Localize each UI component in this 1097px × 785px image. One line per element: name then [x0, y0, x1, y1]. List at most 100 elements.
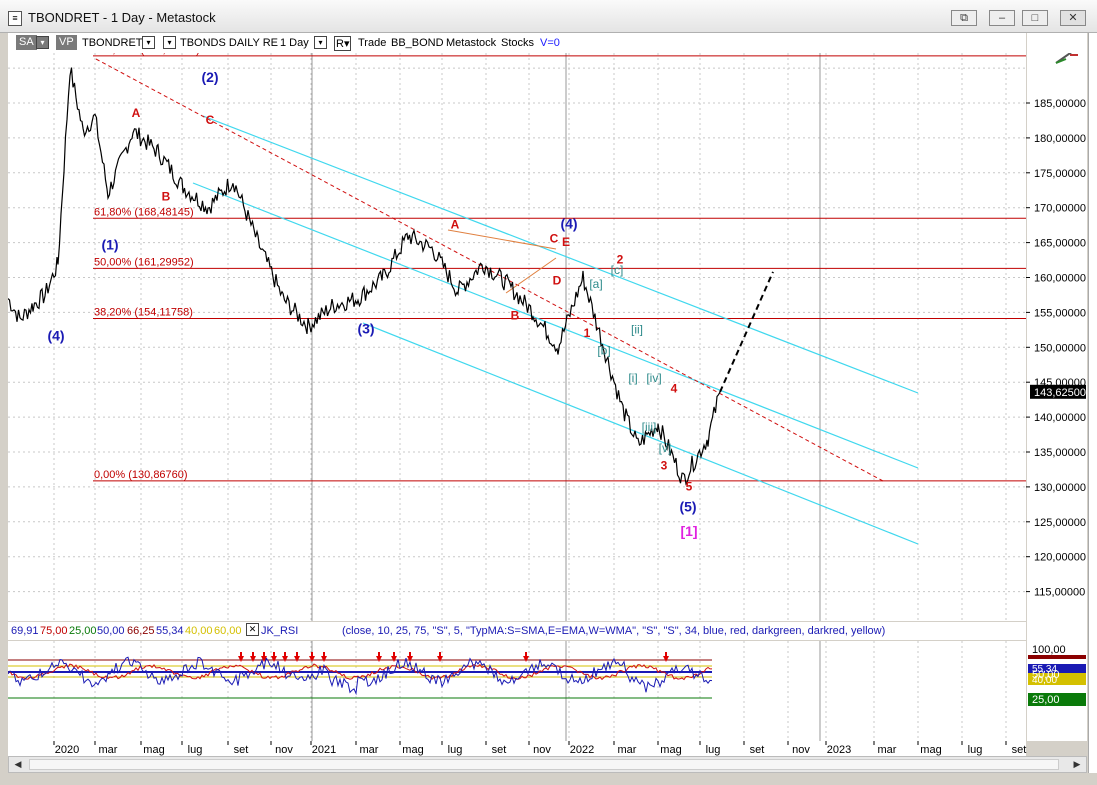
rsi-background [8, 641, 1026, 741]
wave-label: 5 [686, 479, 693, 493]
scroll-thumb[interactable] [29, 759, 1059, 770]
title-bar: ≡ TBONDRET - 1 Day - Metastock ⧉ – □ ✕ [0, 0, 1097, 33]
price-axis: 185,00000 180,00000 175,00000 170,00000 165,… [1026, 98, 1086, 599]
close-button[interactable]: ✕ [1060, 10, 1086, 26]
close-indicator-icon[interactable]: ✕ [246, 623, 259, 636]
y-tick-label: 155,00000 [1034, 307, 1086, 319]
chart-toolbar: SA ▾ VP TBONDRET ▾ ▾ TBONDS DAILY RE 1 D… [8, 33, 1026, 53]
time-tick-label: mar [99, 744, 118, 756]
time-tick-label: mag [402, 744, 423, 756]
wave-label: C [206, 113, 215, 127]
maximize-button[interactable]: □ [1022, 10, 1048, 26]
time-axis: 2020 mar mag lug set nov 2021 mar mag lug set nov 20… [8, 741, 1027, 756]
security-name: TBONDS DAILY RE [180, 37, 279, 49]
vp-button[interactable]: VP [56, 35, 77, 50]
wave-label: A [132, 106, 141, 120]
wave-label: [ii] [631, 322, 643, 336]
time-tick-label: lug [188, 744, 203, 756]
y-tick-label: 165,00000 [1034, 238, 1086, 250]
wave-label: [1] [680, 523, 697, 539]
wave-label: [iv] [646, 371, 661, 385]
time-tick-label: nov [533, 744, 551, 756]
rsi-axis: 100,00 55,34 40,00 50,00 25,00 [1028, 644, 1086, 706]
time-tick-label: lug [448, 744, 463, 756]
draw-tool-icon[interactable] [1055, 53, 1078, 64]
wave-label: [v] [659, 441, 672, 455]
fib-label: 100,00% (191,75145) [94, 53, 200, 56]
rsi-axis-100: 100,00 [1032, 644, 1066, 656]
rsi-val-8: 60,00 [214, 625, 242, 637]
rsi-val-5: 66,25 [127, 625, 155, 637]
wave-label: A [451, 218, 460, 232]
y-tick-label: 120,00000 [1034, 552, 1086, 564]
last-value-tag: 143,62500 [1030, 384, 1086, 399]
rsi-val-4: 50,00 [97, 625, 125, 637]
horizontal-scrollbar[interactable]: ◀ ▶ [8, 756, 1087, 773]
wave-label: [i] [628, 371, 637, 385]
time-tick-label: mag [660, 744, 681, 756]
rsi-params: (close, 10, 25, 75, "S", 5, "TypMA:S=SMA… [342, 625, 886, 637]
time-tick-label: lug [706, 744, 721, 756]
time-tick-label: 2021 [312, 744, 336, 756]
period-dropdown-icon[interactable]: ▾ [314, 36, 327, 49]
time-tick-label: set [1012, 744, 1027, 756]
r-button[interactable]: R▾ [334, 36, 352, 51]
wave-label: (5) [679, 498, 696, 514]
wave-label: (2) [201, 69, 218, 85]
wave-label: (3) [357, 320, 374, 336]
time-tick-label: mar [360, 744, 379, 756]
rsi-val-6: 55,34 [156, 625, 184, 637]
y-tick-label: 160,00000 [1034, 273, 1086, 285]
y-tick-label: 140,00000 [1034, 412, 1086, 424]
scroll-left-icon[interactable]: ◀ [11, 758, 25, 771]
time-tick-label: mar [878, 744, 897, 756]
wave-label: (1) [101, 237, 118, 253]
rsi-val-7: 40,00 [185, 625, 213, 637]
fib-label: 0,00% (130,86760) [94, 469, 188, 481]
y-tick-label: 175,00000 [1034, 168, 1086, 180]
rsi-val-2: 75,00 [40, 625, 68, 637]
rsi-axis-50: 50,00 [1032, 669, 1060, 681]
side-strip [1088, 33, 1097, 773]
v-label: V=0 [540, 37, 560, 49]
rsi-axis-25: 25,00 [1032, 694, 1060, 706]
scroll-right-icon[interactable]: ▶ [1070, 758, 1084, 771]
document-icon: ≡ [8, 11, 22, 26]
window-title: TBONDRET - 1 Day - Metastock [28, 10, 216, 25]
rsi-name: JK_RSI [261, 625, 299, 637]
plan-label: BB_BOND [391, 37, 444, 49]
trade-label[interactable]: Trade [358, 37, 386, 49]
fib-label: 38,20% (154,11758) [94, 307, 193, 319]
rsi-val-3: 25,00 [69, 625, 97, 637]
time-tick-label: set [492, 744, 507, 756]
sa-button[interactable]: SA [16, 35, 37, 50]
wave-label: [b] [597, 343, 610, 357]
time-tick-label: set [234, 744, 249, 756]
y-tick-label: 170,00000 [1034, 203, 1086, 215]
minimize-button[interactable]: – [989, 10, 1015, 26]
time-tick-label: 2023 [827, 744, 851, 756]
restore-tabs-button[interactable]: ⧉ [951, 10, 977, 26]
sa-dropdown-icon[interactable]: ▾ [36, 36, 49, 49]
rsi-val-1: 69,91 [11, 625, 39, 637]
time-tick-label: lug [968, 744, 983, 756]
price-chart[interactable]: 100,00% (191,75145)61,80% (168,48145)50,… [8, 53, 1087, 621]
wave-label: 1 [584, 326, 591, 340]
time-tick-label: 2020 [55, 744, 79, 756]
symbol-list-icon[interactable]: ▾ [163, 36, 176, 49]
wave-label: 4 [671, 382, 678, 396]
wave-label: (4) [47, 327, 64, 343]
y-tick-label: 115,00000 [1034, 587, 1085, 599]
rsi-panel[interactable]: 100,00 55,34 40,00 50,00 25,00 [8, 641, 1087, 741]
symbol-label[interactable]: TBONDRET [82, 37, 143, 49]
y-tick-label: 130,00000 [1034, 482, 1086, 494]
y-tick-label: 185,00000 [1034, 98, 1086, 110]
symbol-dropdown-icon[interactable]: ▾ [142, 36, 155, 49]
period-label[interactable]: 1 Day [280, 37, 309, 49]
y-tick-label: 125,00000 [1034, 517, 1086, 529]
y-tick-label: 150,00000 [1034, 342, 1086, 354]
wave-label: [iii] [642, 420, 657, 434]
y-tick-label: 135,00000 [1034, 447, 1086, 459]
wave-label: 3 [661, 458, 668, 472]
last-value-label: 143,62500 [1034, 387, 1086, 399]
